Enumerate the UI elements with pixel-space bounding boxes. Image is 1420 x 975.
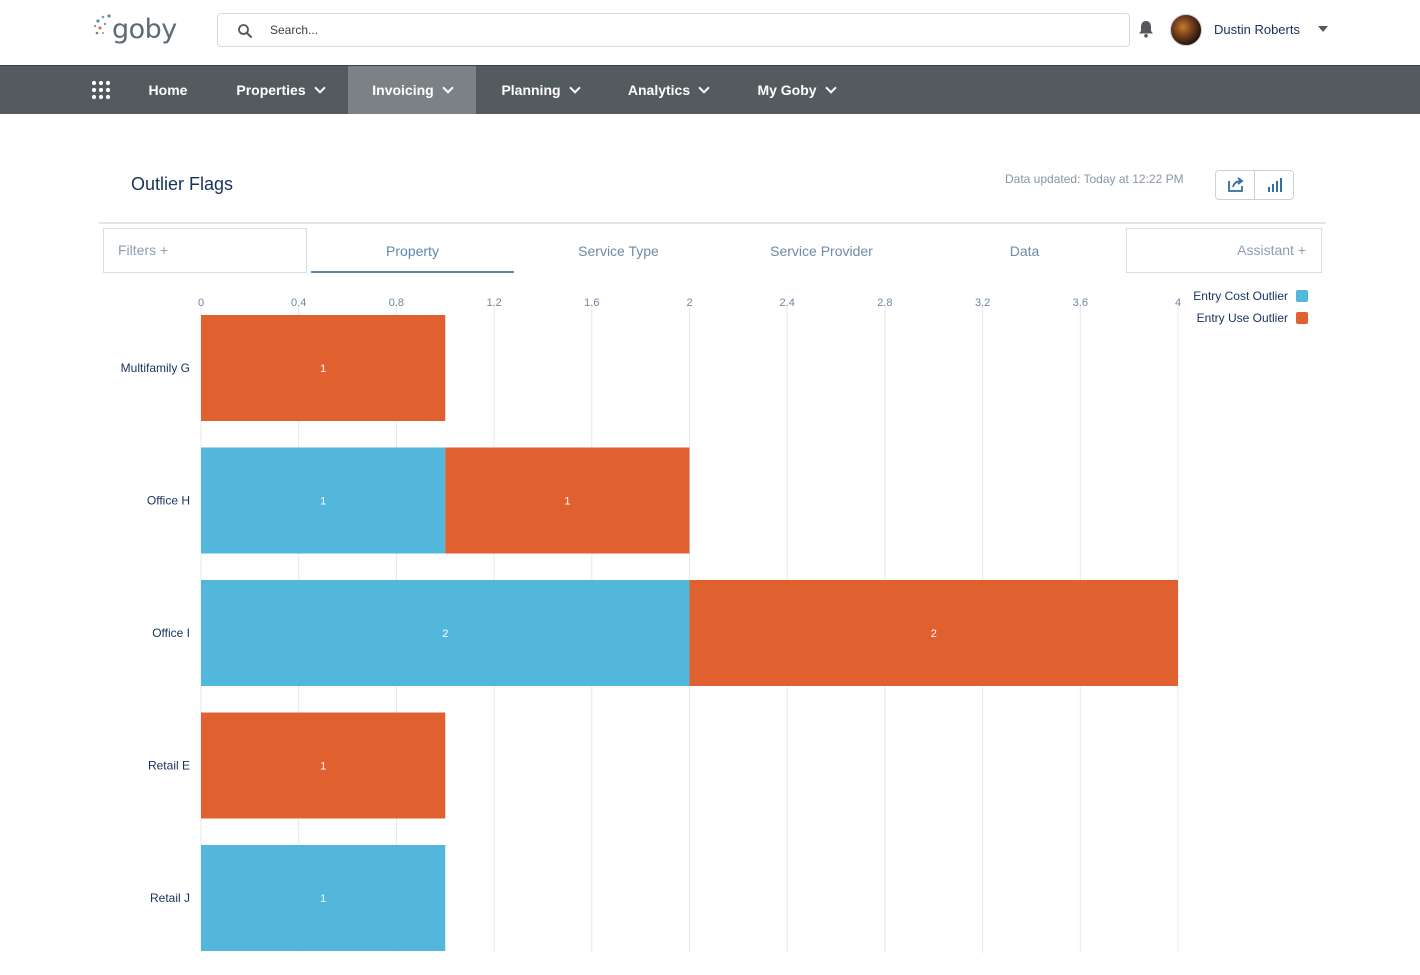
- nav-analytics-label: Analytics: [627, 82, 691, 98]
- nav-planning-label: Planning: [501, 82, 561, 98]
- category-label: Retail J: [150, 891, 190, 905]
- legend-label: Entry Cost Outlier: [1193, 289, 1288, 303]
- x-tick-label: 0.4: [291, 297, 306, 309]
- tab-data[interactable]: Data: [923, 228, 1126, 273]
- nav-home[interactable]: Home: [130, 66, 206, 114]
- filters-button[interactable]: Filters +: [103, 228, 307, 273]
- user-menu-caret-icon[interactable]: [1318, 26, 1328, 32]
- page-title: Outlier Flags: [131, 174, 234, 194]
- legend-item-cost[interactable]: Entry Cost Outlier: [1150, 288, 1310, 310]
- chevron-down-icon: [442, 82, 454, 94]
- user-name[interactable]: Dustin Roberts: [1214, 22, 1300, 37]
- top-bar: goby Dustin Roberts: [0, 0, 1420, 65]
- bar-value-label: 2: [442, 628, 448, 640]
- tab-service-type[interactable]: Service Type: [517, 228, 720, 273]
- bar-value-label: 2: [931, 628, 937, 640]
- main-nav: Home Properties Invoicing Planning Analy…: [0, 65, 1420, 114]
- x-tick-label: 2.4: [780, 297, 795, 309]
- bar-chart-icon: [1268, 178, 1282, 192]
- bar-value-label: 1: [564, 496, 570, 508]
- nav-analytics[interactable]: Analytics: [610, 66, 726, 114]
- legend-swatch: [1296, 312, 1308, 324]
- nav-planning[interactable]: Planning: [484, 66, 596, 114]
- x-tick-label: 1.2: [486, 297, 501, 309]
- logo-text: goby: [112, 14, 177, 45]
- legend-swatch: [1296, 290, 1308, 302]
- tab-service-provider[interactable]: Service Provider: [720, 228, 923, 273]
- nav-my-goby-label: My Goby: [757, 82, 817, 98]
- bar-value-label: 1: [320, 363, 326, 375]
- assistant-button[interactable]: Assistant +: [1126, 228, 1322, 273]
- nav-invoicing-label: Invoicing: [372, 82, 434, 98]
- x-tick-label: 1.6: [584, 297, 599, 309]
- chevron-down-icon: [313, 82, 326, 94]
- bar-value-label: 1: [320, 761, 326, 773]
- header-divider: [99, 222, 1326, 224]
- x-tick-label: 2.8: [877, 297, 892, 309]
- category-label: Multifamily G: [121, 361, 190, 375]
- x-tick-label: 0.8: [389, 297, 404, 309]
- nav-properties-label: Properties: [236, 82, 306, 98]
- goby-logo[interactable]: goby: [92, 12, 177, 48]
- chart-actions: [1215, 170, 1294, 200]
- chart-legend: Entry Cost Outlier Entry Use Outlier: [1150, 288, 1310, 332]
- app-launcher-icon[interactable]: [91, 80, 111, 100]
- bar-value-label: 1: [320, 496, 326, 508]
- share-button[interactable]: [1216, 171, 1255, 199]
- bar-value-label: 1: [320, 893, 326, 905]
- x-tick-label: 0: [198, 297, 204, 309]
- search-icon: [238, 24, 252, 38]
- share-icon: [1228, 177, 1244, 192]
- category-label: Office H: [147, 494, 190, 508]
- notification-bell-icon[interactable]: [1136, 19, 1156, 39]
- category-label: Office I: [152, 626, 190, 640]
- search-input[interactable]: [270, 19, 1090, 41]
- data-updated-text: Data updated: Today at 12:22 PM: [1005, 172, 1184, 186]
- x-tick-label: 3.2: [975, 297, 990, 309]
- category-label: Retail E: [148, 759, 190, 773]
- outlier-flags-chart: 0 0.4 0.8 1.2 1.6 2 2.4 2.8 3.2 3.6 4Multifamily G…: [121, 297, 1181, 953]
- nav-invoicing[interactable]: Invoicing: [348, 66, 476, 114]
- legend-item-use[interactable]: Entry Use Outlier: [1150, 310, 1310, 332]
- x-tick-label: 3.6: [1073, 297, 1088, 309]
- nav-home-label: Home: [148, 82, 188, 98]
- x-tick-label: 2: [686, 297, 692, 309]
- search-bar[interactable]: [217, 13, 1130, 47]
- chart-type-button[interactable]: [1255, 171, 1294, 199]
- nav-properties[interactable]: Properties: [218, 66, 342, 114]
- legend-label: Entry Use Outlier: [1196, 311, 1288, 325]
- chevron-down-icon: [568, 82, 581, 94]
- tab-property[interactable]: Property: [311, 228, 514, 273]
- nav-my-goby[interactable]: My Goby: [740, 66, 852, 114]
- chevron-down-icon: [698, 82, 710, 94]
- user-avatar[interactable]: [1170, 14, 1202, 46]
- chevron-down-icon: [824, 82, 837, 94]
